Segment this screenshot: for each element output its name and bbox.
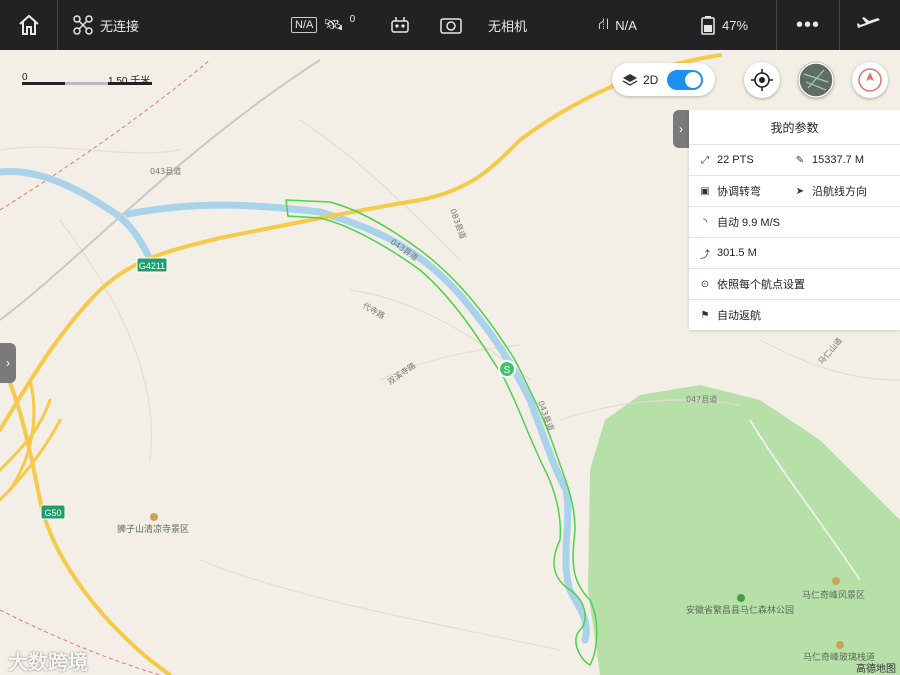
highway-badge-g50: G50 <box>44 508 61 518</box>
satellite-count: 0 <box>349 13 356 25</box>
turn-mode-value: 协调转弯 <box>717 186 761 198</box>
camera-status-text: 无相机 <box>488 18 528 34</box>
waypoint-start-label: S <box>504 365 511 376</box>
chevron-right-icon: › <box>6 356 10 370</box>
layers-icon <box>622 73 638 86</box>
watermark: 大数跨境 <box>8 652 88 674</box>
speed-value: 自动 9.9 M/S <box>717 217 780 229</box>
battery-percent: 47% <box>722 17 749 33</box>
map-view-toggle[interactable]: 2D <box>612 63 715 96</box>
crosshair-icon <box>751 69 773 91</box>
airplane-icon <box>857 17 880 28</box>
poi-label: 狮子山清凉寺景区 <box>117 523 189 535</box>
finish-action-value: 自动返航 <box>717 310 761 322</box>
locate-button[interactable] <box>744 62 780 98</box>
panel-title: 我的参数 <box>689 110 900 145</box>
points-icon: ⤢ <box>701 154 709 166</box>
map-attribution: 高德地图 <box>856 664 896 675</box>
home-icon <box>18 14 39 35</box>
poi-label: 安徽省繁昌县马仁森林公园 <box>686 604 794 616</box>
chevron-right-icon: › <box>679 122 683 136</box>
home-button[interactable] <box>0 0 58 50</box>
flag-icon: ⚑ <box>700 309 710 321</box>
aircraft-status-text: 无连接 <box>100 18 140 34</box>
params-row-speed[interactable]: ◝ 自动 9.9 M/S <box>689 207 900 238</box>
gimbal-mode-value: 依照每个航点设置 <box>717 279 805 291</box>
poi-label: 马仁奇峰风景区 <box>802 589 865 601</box>
flight-mode-status: ⛙ N/A <box>598 0 637 50</box>
turn-mode-icon: ▣ <box>700 185 710 197</box>
heading-icon: ➤ <box>795 185 805 197</box>
points-value: 22 PTS <box>717 154 754 166</box>
heading-mode-value: 沿航线方向 <box>812 186 867 198</box>
more-button[interactable]: ••• <box>776 0 840 50</box>
altitude-value: 301.5 M <box>717 247 757 259</box>
params-row-finish-action[interactable]: ⚑ 自动返航 <box>689 300 900 330</box>
aircraft-status: 无连接 <box>72 0 139 50</box>
params-row-turn-heading[interactable]: ▣ 协调转弯 ➤ 沿航线方向 <box>689 176 900 207</box>
params-row-altitude[interactable]: ⤴ 301.5 M <box>689 238 900 269</box>
satellite-thumbnail-icon <box>798 62 834 98</box>
view-mode-label: 2D <box>643 72 659 87</box>
distance-icon: ✎ <box>795 154 805 166</box>
compass-button[interactable] <box>852 62 888 98</box>
flight-mode-value: N/A <box>615 17 637 33</box>
battery-status: 47% <box>700 0 748 50</box>
remote-controller-status <box>390 0 410 50</box>
gps-status: N/A 🛰 0 <box>291 0 355 50</box>
map-canvas[interactable]: S G4211 G50 043县道 043县道 043县道 083县道 代寺路 … <box>0 0 900 675</box>
flight-mode-icon: ⛙ <box>598 16 610 33</box>
speed-icon: ◝ <box>703 216 707 228</box>
drone-icon <box>73 15 93 35</box>
distance-value: 15337.7 M <box>812 154 864 166</box>
top-status-bar: 无连接 N/A 🛰 0 无相机 ⛙ N/A 47% ••• <box>0 0 900 50</box>
param-panel-toggle[interactable]: › <box>673 110 689 148</box>
highway-badge-g4211: G4211 <box>139 261 165 271</box>
left-panel-toggle[interactable]: › <box>0 343 16 383</box>
takeoff-button[interactable] <box>838 0 900 50</box>
camera-status: 无相机 <box>440 0 527 50</box>
gps-na-badge: N/A <box>291 17 318 33</box>
road-label: 043县道 <box>150 166 181 176</box>
params-row-points-distance[interactable]: ⤢ 22 PTS ✎ 15337.7 M <box>689 145 900 176</box>
params-row-gimbal[interactable]: ⊙ 依照每个航点设置 <box>689 269 900 300</box>
altitude-icon: ⤴ <box>700 249 710 261</box>
mission-params-panel: 我的参数 ⤢ 22 PTS ✎ 15337.7 M ▣ 协调转弯 ➤ 沿航线方向 ◝ 自动… <box>689 110 900 330</box>
satellite-icon: 🛰 <box>323 17 344 34</box>
view-mode-switch[interactable] <box>667 69 704 90</box>
gimbal-icon: ⊙ <box>700 278 710 290</box>
remote-controller-icon <box>391 17 409 33</box>
camera-icon <box>440 18 462 34</box>
more-icon: ••• <box>795 13 820 36</box>
compass-icon <box>858 68 882 92</box>
road-label: 047县道 <box>686 394 717 404</box>
battery-icon <box>701 16 715 35</box>
satellite-map-button[interactable] <box>798 62 834 98</box>
